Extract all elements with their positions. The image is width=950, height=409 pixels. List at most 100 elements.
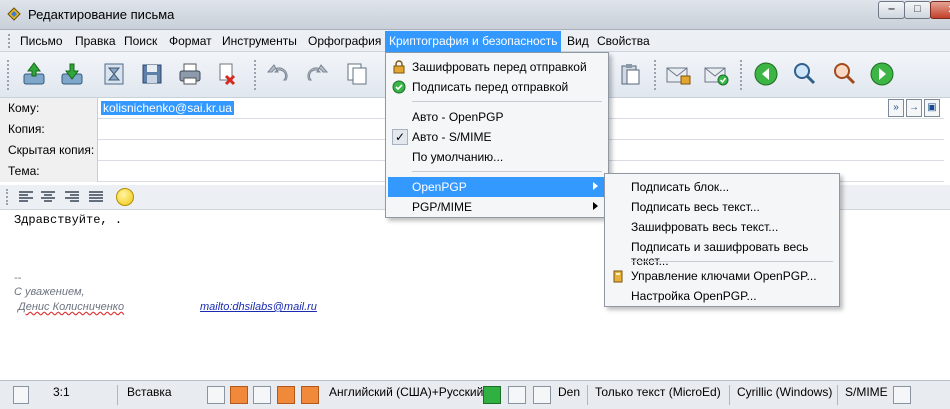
back-button[interactable] [752,60,780,88]
app-icon [7,7,21,21]
align-center-icon[interactable] [40,190,56,204]
encoding[interactable]: Cyrillic (Windows) [737,385,832,399]
menu-item-pgp-mime[interactable]: PGP/MIME [388,197,606,217]
save-icon [142,64,162,84]
subject-label: Тема: [0,161,98,182]
submenu-item-sign-all[interactable]: Подписать весь текст... [607,197,837,217]
to-value[interactable]: kolisnichenko@sai.kr.ua [101,101,234,115]
toolbar-grip-3[interactable] [654,60,657,90]
address-book-small-icon[interactable]: ▣ [924,99,940,117]
menu-bar: Письмо Правка Поиск Формат Инструменты О… [0,30,950,52]
align-left-icon[interactable] [18,190,34,204]
menu-format[interactable]: Формат [169,34,212,48]
menu-crypto[interactable]: Криптография и безопасность [385,31,562,52]
submenu-arrow-icon [593,202,598,210]
menu-item-auto-openpgp[interactable]: Авто - OpenPGP [388,107,606,127]
print-button[interactable] [176,60,204,88]
menu-item-label: Подписать перед отправкой [412,80,569,94]
signature-mailto-link[interactable]: mailto:dhsilabs@mail.ru [200,301,317,313]
menu-item-auto-smime[interactable]: ✓ Авто - S/MIME [388,127,606,147]
maximize-icon: □ [914,3,921,15]
delete-button[interactable] [212,60,240,88]
redo-button[interactable] [303,60,331,88]
menu-item-label: Настройка OpenPGP... [631,289,757,303]
menu-properties[interactable]: Свойства [597,34,650,48]
language[interactable]: Английский (США)+Русский [329,385,483,399]
back-icon [754,62,778,86]
text-format[interactable]: Только текст (MicroEd) [595,385,721,399]
cc-label: Копия: [0,119,98,140]
menu-separator [412,101,602,102]
close-button[interactable]: ✕ [930,1,950,19]
toolbar-grip[interactable] [7,60,10,90]
align-right-icon[interactable] [64,190,80,204]
menu-item-sign[interactable]: Подписать перед отправкой [388,77,606,97]
paste-button[interactable] [616,60,644,88]
find-button[interactable] [790,60,818,88]
menu-letter[interactable]: Письмо [20,34,63,48]
send-button[interactable] [20,60,48,88]
close-icon: ✕ [931,3,950,16]
signature-regards: С уважением, [14,286,85,298]
toolbar-grip-4[interactable] [740,60,743,90]
find-next-button[interactable] [830,60,858,88]
encrypt-mail-icon [666,67,691,85]
lock-icon [393,60,405,74]
menu-item-encrypt[interactable]: Зашифровать перед отправкой [388,57,606,77]
wrap-icon[interactable] [230,386,248,404]
menu-item-openpgp[interactable]: OpenPGP [388,177,606,197]
address-buttons: » → ▣ [888,99,944,118]
minimize-button[interactable]: ‒ [878,1,905,19]
toolbar-grip-2[interactable] [254,60,257,90]
menu-tools[interactable]: Инструменты [222,34,297,48]
spellcheck-icon[interactable] [301,386,319,404]
menu-item-default[interactable]: По умолчанию... [388,147,606,167]
undo-button[interactable] [264,60,292,88]
menu-edit[interactable]: Правка [75,34,116,48]
submenu-item-sign-block[interactable]: Подписать блок... [607,177,837,197]
paragraph-icon[interactable] [277,386,295,404]
maximize-button[interactable]: □ [904,1,931,19]
status-divider [587,385,588,405]
menu-item-label: OpenPGP [412,180,467,194]
status-divider [117,385,118,405]
encrypt-mail-button[interactable] [664,60,692,88]
menu-search[interactable]: Поиск [124,34,157,48]
submenu-item-encrypt-all[interactable]: Зашифровать весь текст... [607,217,837,237]
smiley-icon[interactable] [116,188,134,206]
status-green-icon[interactable] [483,386,501,404]
signed-mail-button[interactable] [702,60,730,88]
save-button[interactable] [138,60,166,88]
openpgp-submenu: Подписать блок... Подписать весь текст..… [604,173,840,307]
crypto-menu: Зашифровать перед отправкой Подписать пе… [385,52,609,218]
security-mode[interactable]: S/MIME [845,385,888,399]
submenu-item-key-management[interactable]: Управление ключами OpenPGP... [607,266,837,286]
sign-check-icon[interactable] [533,386,551,404]
redo-icon [307,64,329,81]
menu-view[interactable]: Вид [567,34,589,48]
formatbar-grip[interactable] [6,189,9,205]
bcc-label: Скрытая копия: [0,140,98,161]
dictionary[interactable]: Den [558,385,580,399]
page-icon[interactable] [207,386,225,404]
signed-status-icon[interactable] [508,386,526,404]
receive-button[interactable] [58,60,86,88]
align-justify-icon[interactable] [88,190,104,204]
submenu-item-settings[interactable]: Настройка OpenPGP... [607,286,837,306]
submenu-arrow-icon [593,182,598,190]
menu-item-label: PGP/MIME [412,200,473,214]
submenu-item-sign-encrypt-all[interactable]: Подписать и зашифровать весь текст... [607,237,837,268]
copy-button[interactable] [343,60,371,88]
menu-item-label: Зашифровать весь текст... [631,220,779,234]
align-icon[interactable] [253,386,271,404]
forward-button[interactable] [868,60,896,88]
address-book-button[interactable] [100,60,128,88]
menubar-grip[interactable] [8,34,11,48]
menu-spelling[interactable]: Орфография [308,34,381,48]
body-greeting[interactable]: Здравствуйте, . [14,213,122,227]
expand-icon[interactable]: » [888,99,904,117]
insert-mode[interactable]: Вставка [127,385,172,399]
arrow-right-icon[interactable]: → [906,99,922,117]
lock-status-icon[interactable] [893,386,911,404]
menu-separator [412,171,602,172]
